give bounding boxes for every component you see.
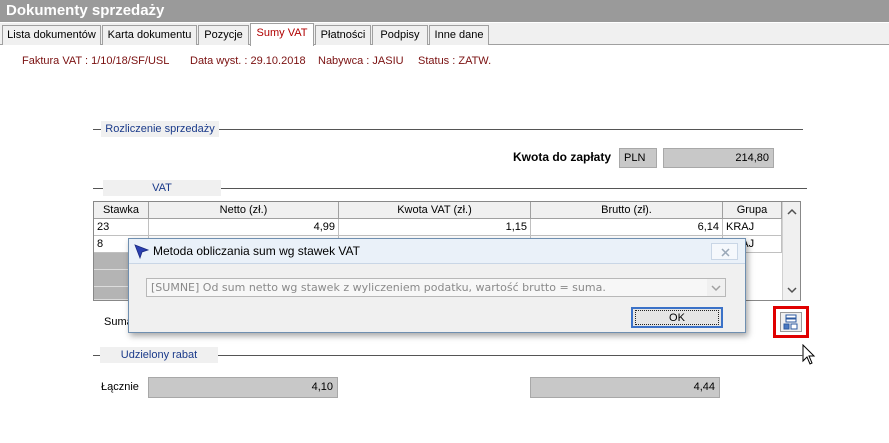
col-header-kwota-vat[interactable]: Kwota VAT (zł.) (339, 202, 531, 219)
tab-lista-dokumentow[interactable]: Lista dokumentów (2, 25, 101, 45)
discount-brutto-field: 4,44 (530, 377, 720, 398)
invoice-number: Faktura VAT : 1/10/18/SF/USL (22, 55, 170, 67)
vat-group-title: VAT (103, 180, 221, 196)
discount-netto-field: 4,10 (148, 377, 338, 398)
calculation-method-dropdown-button[interactable] (707, 279, 725, 296)
table-row-brutto[interactable]: 6,14 (531, 219, 723, 236)
col-header-grupa[interactable]: Grupa (723, 202, 782, 219)
col-header-brutto[interactable]: Brutto (zł). (531, 202, 723, 219)
chevron-down-icon (711, 285, 721, 292)
window-title: Dokumenty sprzedaży (0, 0, 889, 22)
dialog-title-bar[interactable]: Metoda obliczania sum wg stawek VAT (129, 239, 745, 264)
calculation-method-select[interactable]: [SUMNE] Od sum netto wg stawek z wylicze… (146, 278, 726, 297)
calculation-method-dialog[interactable]: Metoda obliczania sum wg stawek VAT [SUM… (128, 238, 746, 333)
dialog-title: Metoda obliczania sum wg stawek VAT (153, 244, 360, 258)
discount-group-title: Udzielony rabat (100, 347, 218, 363)
total-to-pay-label: Kwota do zapłaty (513, 150, 612, 164)
currency-field: PLN (619, 148, 657, 168)
table-row-grupa[interactable]: KRAJ (723, 219, 782, 236)
settlement-group-title: Rozliczenie sprzedaży (101, 121, 219, 137)
tab-inne-dane[interactable]: Inne dane (429, 25, 489, 45)
dialog-close-button[interactable] (711, 243, 738, 260)
col-header-netto[interactable]: Netto (zł.) (149, 202, 339, 219)
tab-podpisy[interactable]: Podpisy (372, 25, 428, 45)
close-icon (721, 248, 730, 257)
total-to-pay-field: 214,80 (663, 148, 774, 168)
table-settings-icon (783, 314, 798, 330)
table-row-netto[interactable]: 4,99 (149, 219, 339, 236)
tab-pozycje[interactable]: Pozycje (198, 25, 249, 45)
issue-date: Data wyst. : 29.10.2018 (190, 55, 306, 67)
calculation-method-button[interactable] (780, 312, 802, 332)
vat-table-scrollbar[interactable] (782, 202, 800, 300)
scroll-up-icon[interactable] (783, 204, 801, 220)
table-row-vat[interactable]: 1,15 (339, 219, 531, 236)
tab-sumy-vat[interactable]: Sumy VAT (250, 23, 314, 46)
buyer-name: Nabywca : JASIU (318, 55, 404, 67)
col-header-stawka[interactable]: Stawka (94, 202, 149, 219)
document-status: Status : ZATW. (418, 55, 492, 67)
table-row-stawka[interactable]: 23 (94, 219, 149, 236)
app-arrow-icon (134, 244, 150, 260)
ok-button-focus-rect: OK (635, 310, 719, 325)
tab-karta-dokumentu[interactable]: Karta dokumentu (102, 25, 197, 45)
tab-bar: Lista dokumentów Karta dokumentu Pozycje… (0, 23, 889, 46)
scroll-down-icon[interactable] (783, 282, 801, 298)
tab-platnosci[interactable]: Płatności (315, 25, 371, 45)
discount-total-label: Łącznie (101, 381, 139, 393)
mouse-cursor-icon (802, 344, 816, 365)
ok-button[interactable]: OK (631, 307, 723, 328)
ok-button-label: OK (669, 312, 685, 324)
